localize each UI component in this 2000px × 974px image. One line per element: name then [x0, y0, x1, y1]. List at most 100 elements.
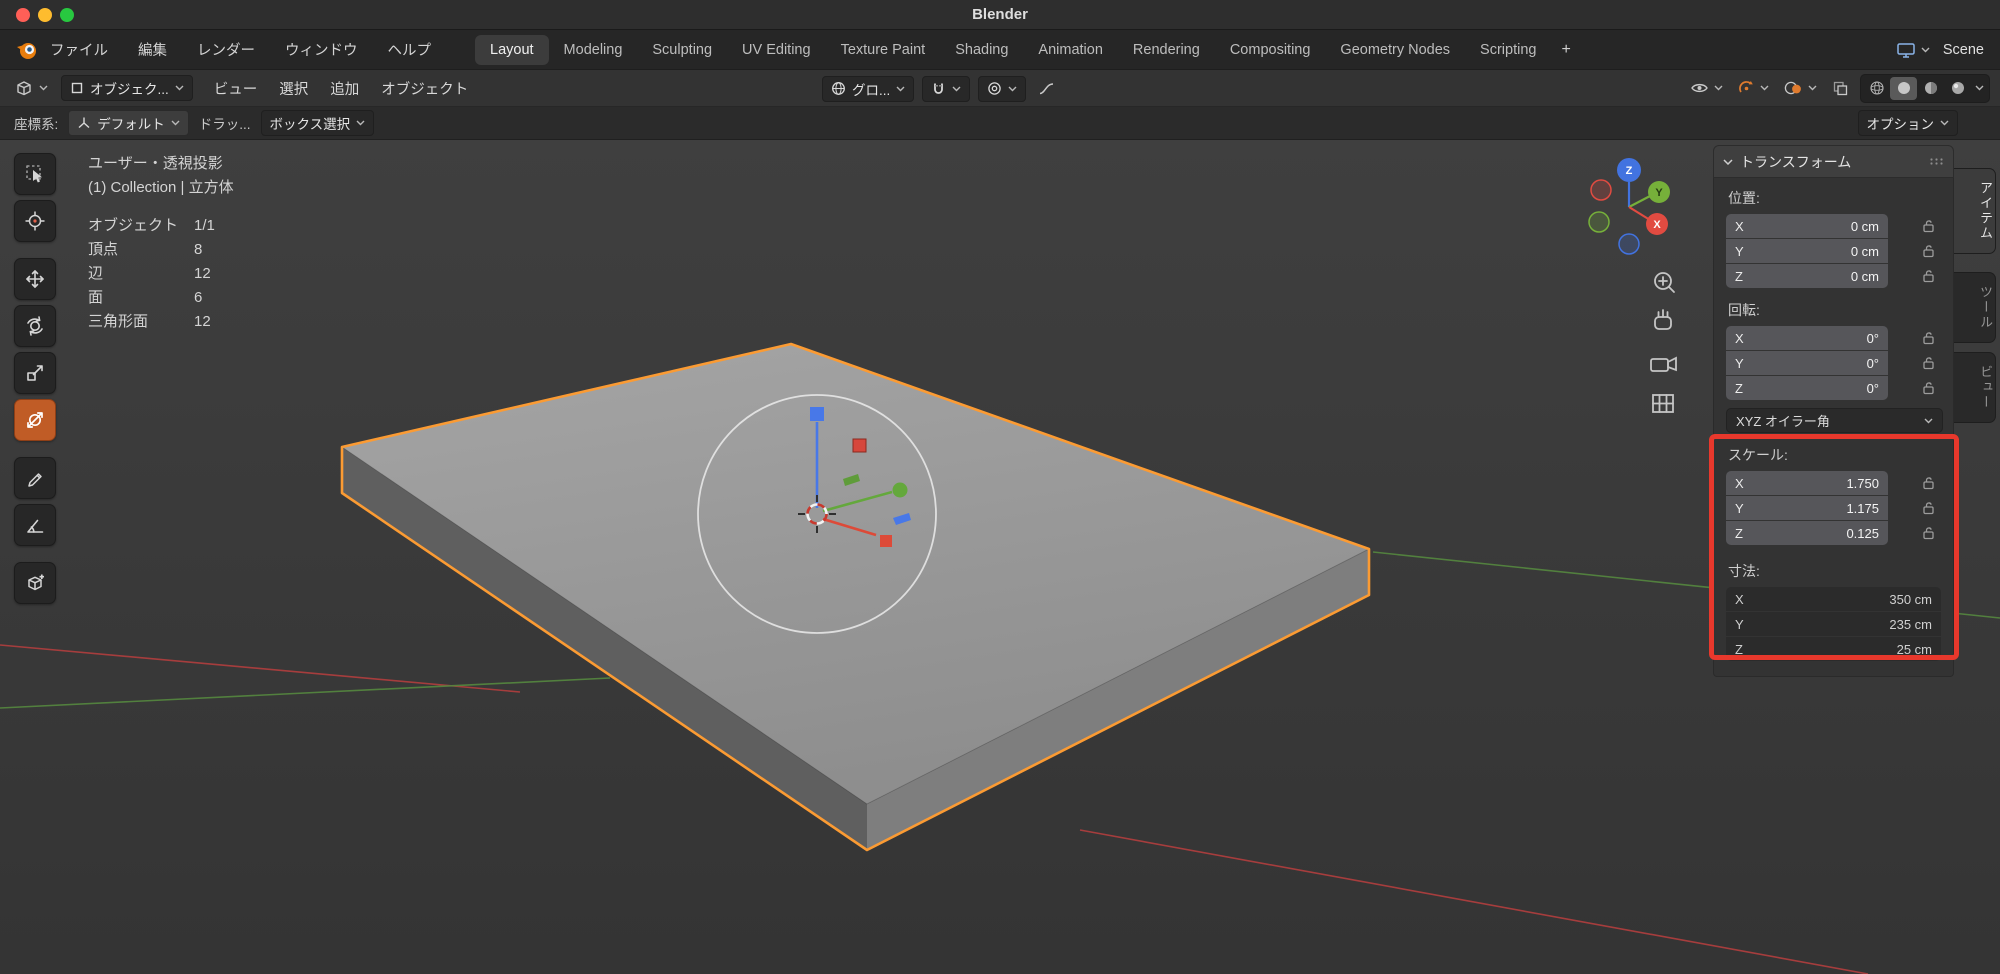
camera-view-button[interactable] [1651, 358, 1676, 371]
select-box-tool[interactable] [14, 153, 56, 195]
annotate-tool[interactable] [14, 457, 56, 499]
x-axis-handle[interactable] [880, 535, 892, 547]
menu-help[interactable]: ヘルプ [388, 39, 432, 60]
measure-tool[interactable] [14, 504, 56, 546]
location-z-lock[interactable] [1922, 269, 1935, 283]
selected-cube-object[interactable] [342, 344, 1369, 850]
location-y-field[interactable]: Y 0 cm [1726, 239, 1888, 263]
x-plane-handle[interactable] [853, 439, 866, 452]
cursor-tool[interactable] [14, 200, 56, 242]
tab-layout[interactable]: Layout [475, 35, 549, 65]
mode-dropdown[interactable]: オブジェク... [61, 75, 193, 101]
scene-selector: Scene [1892, 37, 1984, 63]
minimize-button[interactable] [38, 8, 52, 22]
rotation-mode-dropdown[interactable]: XYZ オイラー角 [1726, 408, 1943, 433]
rotation-y-row: Y 0° [1726, 351, 1941, 375]
rotation-z-lock[interactable] [1922, 381, 1935, 395]
3d-viewport[interactable]: Z Y X ユーザー・透視投影 [0, 140, 2000, 974]
chevron-down-icon [1924, 418, 1933, 424]
sidebar-tab-tool[interactable]: ツール [1954, 272, 1996, 343]
blender-topbar: ファイル 編集 レンダー ウィンドウ ヘルプ Layout Modeling S… [0, 30, 2000, 70]
menu-add[interactable]: 追加 [330, 78, 359, 99]
shading-material-button[interactable] [1917, 77, 1944, 100]
add-workspace-button[interactable]: + [1551, 35, 1580, 65]
pan-hand-button[interactable] [1655, 310, 1671, 329]
chevron-down-icon [1008, 86, 1017, 92]
zoom-button[interactable] [1655, 273, 1674, 292]
rotate-tool[interactable] [14, 305, 56, 347]
y-axis-handle[interactable] [893, 483, 908, 498]
shading-solid-button[interactable] [1890, 77, 1917, 100]
rotation-z-field[interactable]: Z 0° [1726, 376, 1888, 400]
wireframe-sphere-icon [1869, 80, 1885, 96]
menu-render[interactable]: レンダー [197, 39, 255, 60]
panel-grip-icon[interactable] [1929, 157, 1944, 166]
tab-scripting[interactable]: Scripting [1465, 35, 1551, 65]
show-gizmo-dropdown[interactable] [1734, 75, 1773, 101]
zoom-button[interactable] [60, 8, 74, 22]
move-tool[interactable] [14, 258, 56, 300]
context-label: (1) Collection | 立方体 [88, 176, 234, 200]
rotation-x-field[interactable]: X 0° [1726, 326, 1888, 350]
tab-uv-editing[interactable]: UV Editing [727, 35, 826, 65]
scene-browse-button[interactable] [1892, 37, 1934, 63]
shading-rendered-button[interactable] [1944, 77, 1971, 100]
coordinate-system-value: デフォルト [97, 113, 165, 133]
location-x-lock[interactable] [1922, 219, 1935, 233]
show-overlays-dropdown[interactable] [1780, 75, 1821, 101]
tab-shading[interactable]: Shading [940, 35, 1023, 65]
navigation-gizmo[interactable]: Z Y X [1589, 158, 1670, 254]
axis-minus-x-ball[interactable] [1591, 180, 1611, 200]
toggle-ortho-button[interactable] [1653, 395, 1673, 412]
rotation-x-lock[interactable] [1922, 331, 1935, 345]
rotation-y-field[interactable]: Y 0° [1726, 351, 1888, 375]
blender-logo-icon[interactable] [14, 38, 38, 62]
rotation-y-lock[interactable] [1922, 356, 1935, 370]
magnet-icon [931, 81, 946, 96]
object-visibility-dropdown[interactable] [1686, 75, 1727, 101]
panel-collapse-icon [1723, 159, 1733, 165]
tab-sculpting[interactable]: Sculpting [637, 35, 727, 65]
axis-minus-z-ball[interactable] [1619, 234, 1639, 254]
add-cube-tool[interactable] [14, 562, 56, 604]
shading-dropdown[interactable] [1971, 77, 1987, 100]
tab-compositing[interactable]: Compositing [1215, 35, 1326, 65]
tab-texture-paint[interactable]: Texture Paint [826, 35, 941, 65]
shading-wireframe-button[interactable] [1863, 77, 1890, 100]
location-y-lock[interactable] [1922, 244, 1935, 258]
app-menubar: ファイル 編集 レンダー ウィンドウ ヘルプ [50, 39, 431, 60]
transform-orientation-dropdown[interactable]: グロ... [822, 76, 914, 102]
tab-geometry-nodes[interactable]: Geometry Nodes [1325, 35, 1465, 65]
menu-view[interactable]: ビュー [214, 78, 258, 99]
close-button[interactable] [16, 8, 30, 22]
scene-canvas: Z Y X [0, 140, 2000, 974]
editor-type-button[interactable] [10, 75, 52, 101]
menu-select[interactable]: 選択 [279, 78, 308, 99]
tab-modeling[interactable]: Modeling [549, 35, 638, 65]
xray-toggle[interactable] [1828, 75, 1853, 101]
options-dropdown[interactable]: オプション [1858, 110, 1959, 136]
menu-window[interactable]: ウィンドウ [285, 39, 358, 60]
sidebar-tab-view[interactable]: ビュー [1954, 352, 1996, 423]
location-z-field[interactable]: Z 0 cm [1726, 264, 1888, 288]
transform-panel-header[interactable]: トランスフォーム [1713, 145, 1954, 178]
menu-edit[interactable]: 編集 [138, 39, 167, 60]
menu-object[interactable]: オブジェクト [381, 78, 468, 99]
scale-tool[interactable] [14, 352, 56, 394]
y-axis-line [0, 678, 610, 708]
snap-dropdown[interactable] [922, 76, 970, 102]
coordinate-system-dropdown[interactable]: デフォルト [68, 110, 189, 136]
workspace-tabs: Layout Modeling Sculpting UV Editing Tex… [475, 30, 1581, 70]
falloff-curve-button[interactable] [1034, 76, 1059, 102]
select-mode-dropdown[interactable]: ボックス選択 [261, 110, 375, 136]
sidebar-tab-item[interactable]: アイテム [1954, 168, 1996, 254]
tab-animation[interactable]: Animation [1023, 35, 1117, 65]
transform-tool[interactable] [14, 399, 56, 441]
z-axis-handle[interactable] [810, 407, 824, 421]
menu-file[interactable]: ファイル [50, 39, 108, 60]
location-x-field[interactable]: X 0 cm [1726, 214, 1888, 238]
proportional-editing-dropdown[interactable] [978, 76, 1026, 102]
tab-rendering[interactable]: Rendering [1118, 35, 1215, 65]
axis-minus-y-ball[interactable] [1589, 212, 1609, 232]
chevron-down-icon [1714, 85, 1723, 91]
